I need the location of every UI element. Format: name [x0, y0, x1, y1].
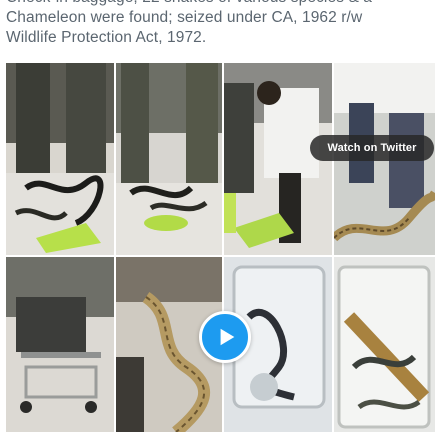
tweet-text: Check-in baggage; 22 snakes of various s…: [6, 0, 436, 48]
video-frame-officers-snakes: [116, 63, 222, 255]
video-frame-snakes-box: [334, 257, 435, 432]
play-icon: [220, 328, 235, 346]
tweet-text-line: Wildlife Protection Act, 1972.: [6, 29, 207, 46]
video-media[interactable]: Watch on Twitter: [6, 63, 435, 432]
video-frame-luggage-trolley: [6, 257, 114, 432]
watch-on-twitter-button[interactable]: Watch on Twitter: [310, 135, 434, 161]
tweet-text-line: Check-in baggage; 22 snakes of various s…: [6, 0, 436, 8]
tweet-text-line: Chameleon were found; seized under CA, 1…: [6, 9, 363, 26]
video-frame-snakes-floor: [6, 63, 114, 255]
play-button[interactable]: [199, 311, 251, 363]
